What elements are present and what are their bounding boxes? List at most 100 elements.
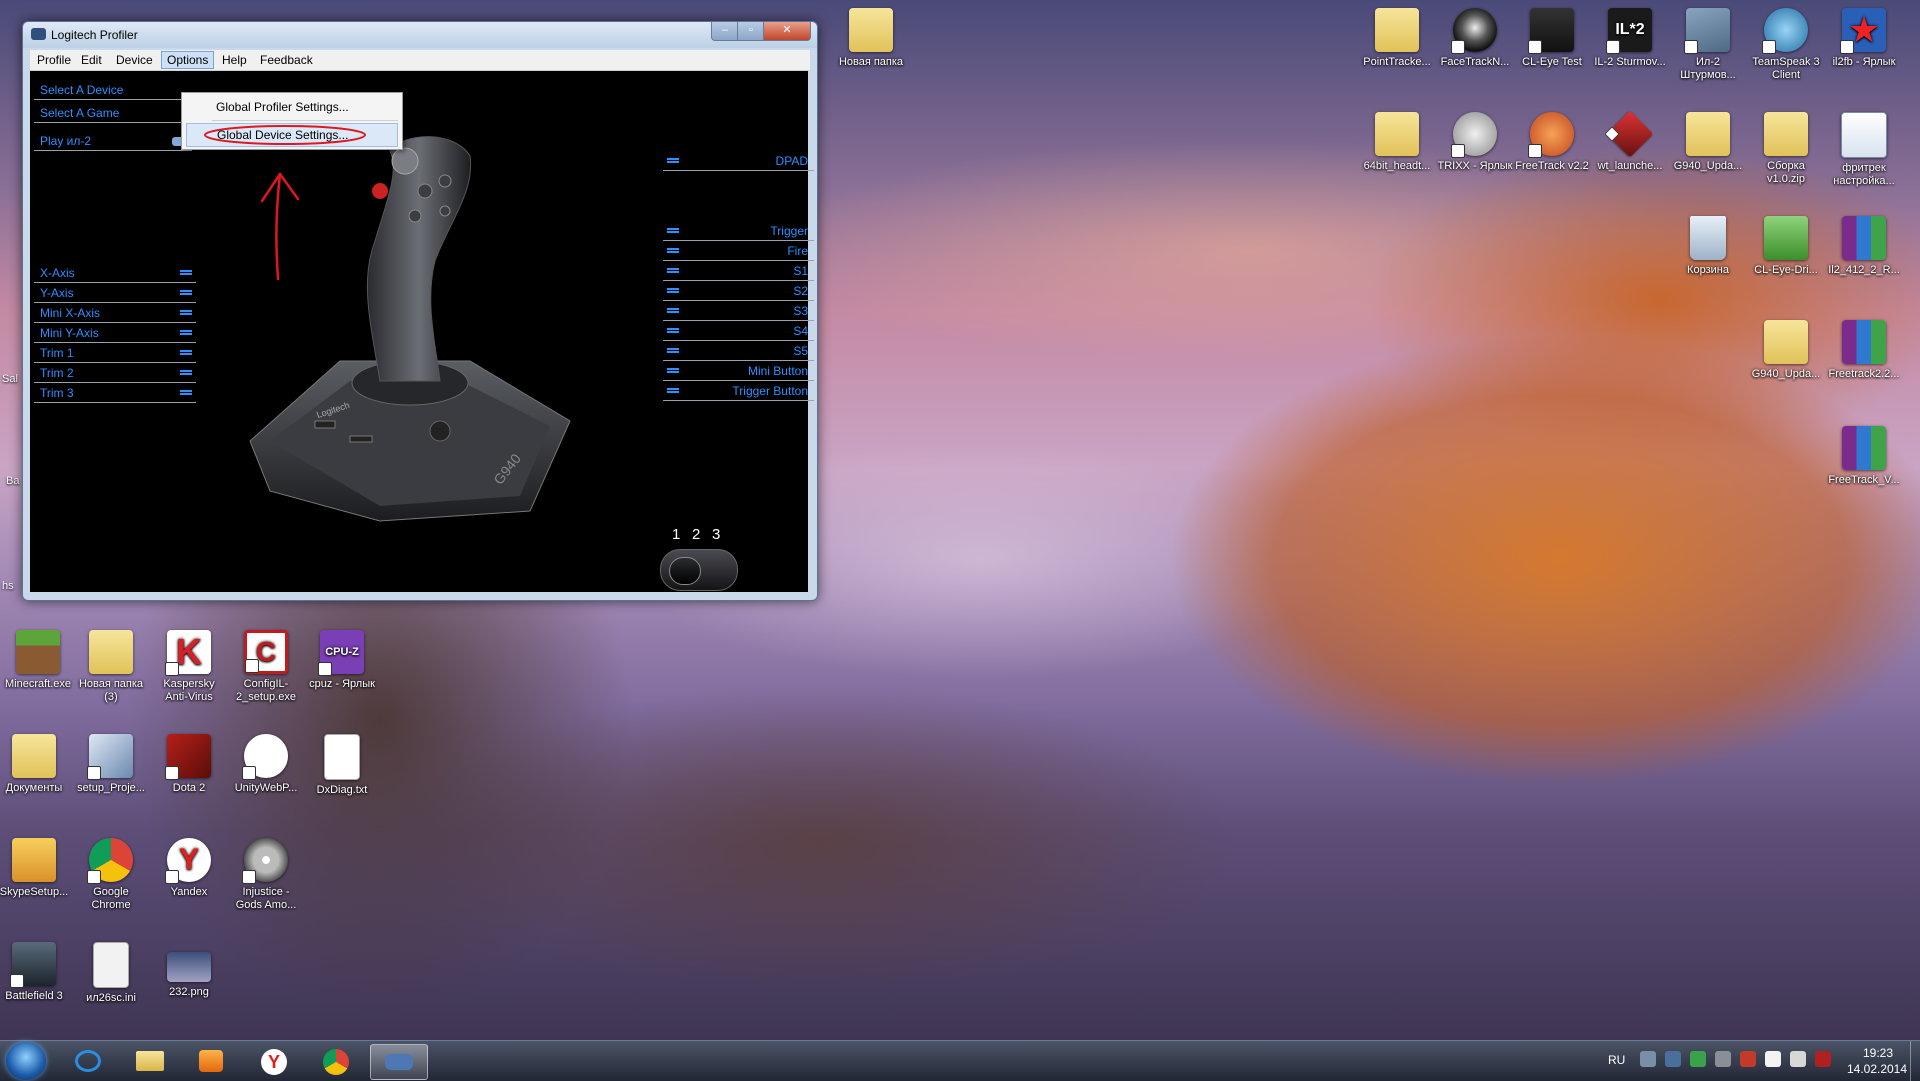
speaker-tray-icon[interactable] (1790, 1051, 1806, 1067)
desktop-icon-232-png[interactable]: 232.png (151, 942, 227, 999)
zip-folder-icon (1764, 112, 1808, 156)
desktop-icon-g940-update-2[interactable]: G940_Upda... (1748, 320, 1824, 381)
desktop-icon-setup-project[interactable]: setup_Proje... (73, 734, 149, 795)
desktop-icon-cl-eye-driver[interactable]: CL-Eye-Dri... (1748, 216, 1824, 277)
red-arrow-annotation (260, 172, 300, 281)
minimize-button[interactable]: – (711, 22, 739, 41)
desktop-icon-pointtracker[interactable]: PointTracke... (1359, 8, 1435, 69)
desktop-icon-sborka-zip[interactable]: Сборка v1.0.zip (1748, 112, 1824, 186)
desktop-icon-wt-launcher[interactable]: wt_launche... (1592, 110, 1668, 173)
desktop-icon-new-folder-3[interactable]: Новая папка (3) (73, 630, 149, 704)
taskbar-media-player[interactable] (184, 1044, 240, 1078)
button-trigger[interactable]: Trigger (663, 222, 814, 241)
menu-options[interactable]: Options (161, 51, 215, 69)
display-tray-icon[interactable] (1665, 1051, 1681, 1067)
button-trigger-button[interactable]: Trigger Button (663, 382, 814, 401)
desktop-icon-freetrack-v-archive[interactable]: FreeTrack_V... (1826, 426, 1902, 487)
window-titlebar[interactable]: Logitech Profiler – ▫ ✕ (23, 22, 817, 48)
menu-edit[interactable]: Edit (76, 52, 107, 68)
desktop-icon-freetrack[interactable]: FreeTrack v2.2 (1514, 112, 1590, 173)
button-mini[interactable]: Mini Button (663, 362, 814, 381)
menu-help[interactable]: Help (217, 52, 252, 68)
profile-item[interactable]: Play ил-2 (34, 132, 192, 151)
axis-label: X-Axis (40, 266, 75, 280)
taskbar-chrome[interactable] (308, 1044, 364, 1078)
desktop-icon-64bit-headtracker[interactable]: 64bit_headt... (1359, 112, 1435, 173)
select-device-button[interactable]: Select A Device (34, 81, 192, 100)
button-s1[interactable]: S1 (663, 262, 814, 281)
kaspersky-icon: K (165, 630, 211, 676)
network-tray-icon[interactable] (1640, 1051, 1656, 1067)
desktop-icon-il2-sturmovik[interactable]: IL*2 IL-2 Sturmov... (1592, 8, 1668, 69)
desktop-icon-config-il2[interactable]: C ConfigIL-2_setup.exe (228, 630, 304, 704)
menu-lines-icon (667, 348, 679, 350)
language-indicator[interactable]: RU (1608, 1053, 1625, 1067)
desktop-icon-teamspeak[interactable]: TeamSpeak 3 Client (1748, 8, 1824, 82)
button-s3[interactable]: S3 (663, 302, 814, 321)
button-dpad[interactable]: DPAD (663, 152, 814, 171)
clock-time[interactable]: 19:23 (1850, 1046, 1906, 1060)
desktop-icon-unity-webplayer[interactable]: UnityWebP... (228, 734, 304, 795)
desktop-icon-dxdiag[interactable]: DxDiag.txt (304, 734, 380, 797)
taskbar-logitech-profiler[interactable] (370, 1044, 428, 1080)
desktop-icon-skype-setup[interactable]: SkypeSetup... (0, 838, 72, 899)
desktop-icon-il2-412-archive[interactable]: Il2_412_2_R... (1826, 216, 1902, 277)
menu-feedback[interactable]: Feedback (255, 52, 318, 68)
desktop-icon-il2fb[interactable]: ★ il2fb - Ярлык (1826, 8, 1902, 69)
axis-mini-y[interactable]: Mini Y-Axis (34, 324, 196, 343)
axis-x[interactable]: X-Axis (34, 264, 196, 283)
maximize-button[interactable]: ▫ (737, 22, 765, 41)
window-title: Logitech Profiler (51, 28, 138, 42)
close-button[interactable]: ✕ (763, 22, 811, 41)
desktop-icon-new-folder[interactable]: Новая папка (833, 8, 909, 69)
internet-explorer-icon (75, 1050, 101, 1072)
desktop-icon-battlefield3[interactable]: Battlefield 3 (0, 942, 72, 1003)
desktop-icon-minecraft[interactable]: Minecraft.exe (0, 630, 76, 691)
desktop-icon-freetrack-settings[interactable]: фритрек настройка... (1826, 112, 1902, 188)
desktop-icon-yandex[interactable]: Y Yandex (151, 838, 227, 899)
axis-trim-1[interactable]: Trim 1 (34, 344, 196, 363)
clock-date[interactable]: 14.02.2014 (1842, 1062, 1912, 1076)
flag-tray-icon[interactable] (1765, 1051, 1781, 1067)
desktop-icon-cl-eye-test[interactable]: CL-Eye Test (1514, 8, 1590, 69)
folder-icon (1764, 320, 1808, 364)
taskbar-yandex[interactable]: Y (246, 1044, 302, 1078)
desktop-icon-trixx[interactable]: TRIXX - Ярлык (1437, 112, 1513, 173)
button-s2[interactable]: S2 (663, 282, 814, 301)
button-fire[interactable]: Fire (663, 242, 814, 261)
start-button[interactable] (6, 1042, 46, 1080)
global-profiler-settings-item[interactable]: Global Profiler Settings... (186, 96, 398, 118)
desktop-icon-documents[interactable]: Документы (0, 734, 72, 795)
text-file-icon (324, 734, 360, 780)
desktop-icon-cpuz[interactable]: CPU-Z cpuz - Ярлык (304, 630, 380, 691)
desktop-icon-kaspersky[interactable]: K Kaspersky Anti-Virus (151, 630, 227, 704)
folder-icon (1375, 8, 1419, 52)
desktop-icon-freetrack22-archive[interactable]: Freetrack2.2... (1826, 320, 1902, 381)
taskbar-ie[interactable] (60, 1044, 116, 1078)
desktop-icon-g940-update[interactable]: G940_Upda... (1670, 112, 1746, 173)
axis-trim-3[interactable]: Trim 3 (34, 384, 196, 403)
gear-tray-icon[interactable] (1715, 1051, 1731, 1067)
desktop-icon-recycle-bin[interactable]: Корзина (1670, 216, 1746, 277)
taskbar: Y RU 19:23 14.02.2014 (0, 1040, 1920, 1081)
button-s5[interactable]: S5 (663, 342, 814, 361)
desktop-icon-dota2[interactable]: Dota 2 (151, 734, 227, 795)
menu-profile[interactable]: Profile (32, 52, 76, 68)
show-desktop-button[interactable] (1910, 1041, 1920, 1081)
desktop-icon-google-chrome[interactable]: Google Chrome (73, 838, 149, 912)
axis-y[interactable]: Y-Axis (34, 284, 196, 303)
button-s4[interactable]: S4 (663, 322, 814, 341)
axis-trim-2[interactable]: Trim 2 (34, 364, 196, 383)
desktop-icon-il2-ru[interactable]: Ил-2 Штурмов... (1670, 8, 1746, 82)
desktop-icon-il26sc-ini[interactable]: ил26sc.ini (73, 942, 149, 1005)
speaker-muted-tray-icon[interactable] (1740, 1051, 1756, 1067)
desktop-icon-facetrackn[interactable]: FaceTrackN... (1437, 8, 1513, 69)
menu-device[interactable]: Device (111, 52, 158, 68)
action-center-tray-icon[interactable] (1815, 1051, 1831, 1067)
security-tray-icon[interactable] (1690, 1051, 1706, 1067)
taskbar-explorer[interactable] (122, 1044, 178, 1078)
select-game-button[interactable]: Select A Game (34, 104, 192, 123)
desktop-icon-injustice[interactable]: Injustice - Gods Amo... (228, 838, 304, 912)
mode-switch[interactable] (660, 549, 738, 591)
axis-mini-x[interactable]: Mini X-Axis (34, 304, 196, 323)
